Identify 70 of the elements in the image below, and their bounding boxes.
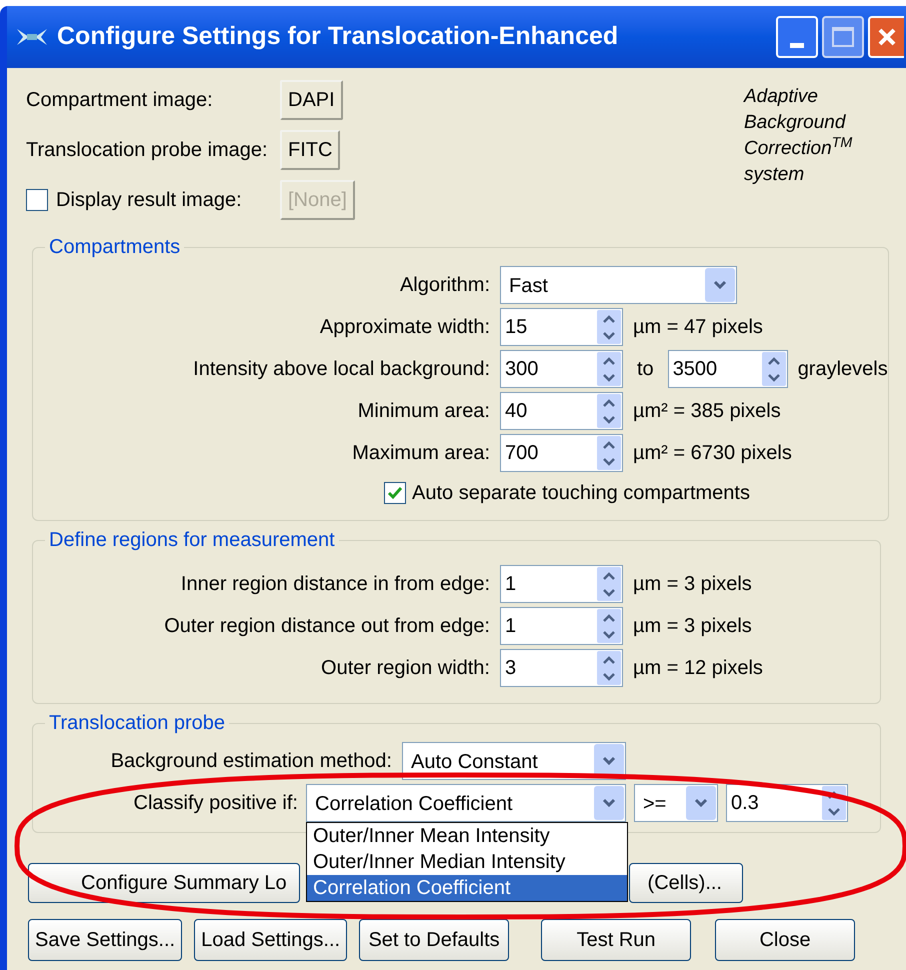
minimize-button[interactable] <box>776 16 818 58</box>
range-separator: to <box>636 357 655 382</box>
checkbox-label: Auto separate touching compartments <box>412 481 750 506</box>
dropdown-option[interactable]: Correlation Coefficient <box>307 875 627 901</box>
dialog-button[interactable]: Save Settings... <box>28 919 182 961</box>
field-label: Intensity above local background: <box>192 357 491 382</box>
image-select-button[interactable]: DAPI <box>280 80 343 120</box>
dropdown-arrow-button[interactable] <box>594 786 624 820</box>
spin-button[interactable] <box>762 352 786 386</box>
dropdown-arrow-button[interactable] <box>686 786 716 820</box>
dropdown-option[interactable]: Outer/Inner Median Intensity <box>307 849 627 875</box>
dropdown[interactable]: >= <box>634 784 718 822</box>
number-field[interactable]: 300 <box>500 350 623 388</box>
unit-label: µm² = 6730 pixels <box>632 441 792 466</box>
field-label: Compartment image: <box>26 88 213 113</box>
unit-label: µm = 3 pixels <box>632 572 752 597</box>
number-field[interactable]: 1 <box>500 565 623 603</box>
field-label: Approximate width: <box>318 315 491 340</box>
field-label: Translocation probe image: <box>26 138 268 163</box>
dropdown[interactable]: Fast <box>500 266 737 304</box>
group-title: Define regions for measurement <box>48 528 336 553</box>
dialog-button[interactable]: Close <box>715 919 856 961</box>
field-label: Algorithm: <box>398 273 491 298</box>
dropdown-option[interactable]: Outer/Inner Mean Intensity <box>307 823 627 849</box>
number-field[interactable]: 700 <box>500 434 623 472</box>
unit-label: µm = 12 pixels <box>632 656 763 681</box>
chevron-down-icon <box>713 280 727 290</box>
configure-cells-log-button[interactable]: (Cells)... <box>629 863 743 903</box>
unit-label: µm = 47 pixels <box>632 315 763 340</box>
dialog-button[interactable]: Test Run <box>541 919 692 961</box>
maximize-button[interactable] <box>822 16 864 58</box>
unit-label: graylevels <box>796 357 888 382</box>
spin-button[interactable] <box>597 310 621 344</box>
field-label: Display result image: <box>56 188 242 213</box>
dialog-button[interactable]: Set to Defaults <box>359 919 510 961</box>
dropdown[interactable]: Correlation Coefficient <box>306 784 626 822</box>
field-label: Maximum area: <box>351 441 491 466</box>
spin-button[interactable] <box>597 436 621 470</box>
chevron-down-icon <box>602 756 616 766</box>
window-title: Configure Settings for Translocation-Enhanced <box>57 21 620 52</box>
configure-summary-log-button[interactable]: Configure Summary Lo <box>28 863 300 903</box>
spin-button[interactable] <box>597 567 621 601</box>
checkbox[interactable] <box>384 482 406 504</box>
field-label: Inner region distance in from edge: <box>180 572 491 597</box>
close-button[interactable] <box>868 16 904 58</box>
unit-label: µm = 3 pixels <box>632 614 752 639</box>
image-select-button[interactable]: FITC <box>280 130 340 170</box>
chevron-down-icon <box>602 798 616 808</box>
dialog-button[interactable]: Load Settings... <box>194 919 348 961</box>
field-label: Outer region width: <box>320 656 491 681</box>
branding-text: Adaptive Background Correction$^{TM}$ system <box>742 85 852 187</box>
field-label: Classify positive if: <box>132 791 299 816</box>
close-icon <box>877 27 897 47</box>
number-field[interactable]: 1 <box>500 607 623 645</box>
dropdown-arrow-button[interactable] <box>705 268 735 302</box>
spin-button[interactable] <box>597 651 621 685</box>
field-label: Background estimation method: <box>110 749 393 774</box>
field-label: Minimum area: <box>356 399 491 424</box>
group-title: Compartments <box>48 235 182 260</box>
spin-button[interactable] <box>597 394 621 428</box>
field-label: Outer region distance out from edge: <box>163 614 491 639</box>
number-field[interactable]: 15 <box>500 308 623 346</box>
unit-label: µm² = 385 pixels <box>632 399 781 424</box>
number-field[interactable]: 3500 <box>668 350 788 388</box>
spin-button[interactable] <box>597 609 621 643</box>
chevron-down-icon <box>694 798 708 808</box>
number-field[interactable]: 40 <box>500 392 623 430</box>
number-field[interactable]: 3 <box>500 649 623 687</box>
spin-button[interactable] <box>597 352 621 386</box>
group-title: Translocation probe <box>48 711 226 736</box>
